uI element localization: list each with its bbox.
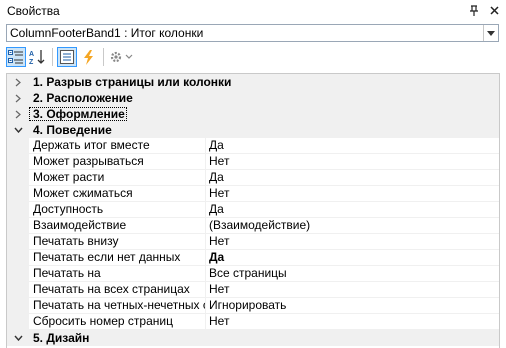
chevron-down-icon[interactable]	[483, 25, 498, 41]
property-grid: 1. Разрыв страницы или колонки 2. Распол…	[6, 73, 500, 348]
toolbar-separator	[52, 48, 53, 66]
property-name: Может разрываться	[29, 154, 206, 170]
property-row[interactable]: Печатать внизу Нет	[7, 234, 499, 250]
settings-icon[interactable]	[108, 47, 134, 67]
property-row[interactable]: Печатать если нет данных Да	[7, 250, 499, 266]
category-design[interactable]: 5. Дизайн	[7, 330, 499, 346]
category-behavior[interactable]: 4. Поведение	[7, 122, 499, 138]
toolbar-separator	[103, 48, 104, 66]
properties-icon[interactable]	[57, 47, 77, 67]
category-label: 2. Расположение	[33, 91, 133, 105]
component-selector[interactable]: ColumnFooterBand1 : Итог колонки	[6, 24, 499, 42]
panel-title-bar: Свойства	[0, 0, 506, 21]
chevron-right-icon[interactable]	[7, 94, 29, 103]
svg-text:Z: Z	[29, 59, 34, 65]
chevron-right-icon[interactable]	[7, 110, 29, 119]
close-icon[interactable]	[486, 3, 502, 19]
property-value[interactable]: Да	[206, 202, 499, 218]
property-value[interactable]: Да	[206, 170, 499, 186]
property-value[interactable]: Нет	[206, 282, 499, 298]
property-row[interactable]: Печатать на всех страницах Нет	[7, 282, 499, 298]
property-value[interactable]: Игнорировать	[206, 298, 499, 314]
property-value[interactable]: Да	[206, 138, 499, 154]
property-value[interactable]: (Взаимодействие)	[206, 218, 499, 234]
alphabetical-icon[interactable]: A Z	[28, 47, 48, 67]
property-value[interactable]: Нет	[206, 314, 499, 330]
category-appearance[interactable]: 3. Оформление	[7, 106, 499, 122]
property-row[interactable]: Может сжиматься Нет	[7, 186, 499, 202]
property-row[interactable]: Может разрываться Нет	[7, 154, 499, 170]
chevron-right-icon[interactable]	[7, 78, 29, 87]
category-position[interactable]: 2. Расположение	[7, 90, 499, 106]
property-name: Сбросить номер страниц	[29, 314, 206, 330]
property-row[interactable]: Держать итог вместе Да	[7, 138, 499, 154]
property-name: Печатать внизу	[29, 234, 206, 250]
events-icon[interactable]	[79, 47, 99, 67]
category-page-break[interactable]: 1. Разрыв страницы или колонки	[7, 74, 499, 90]
property-name: Держать итог вместе	[29, 138, 206, 154]
property-name: Печатать на	[29, 266, 206, 282]
categorized-icon[interactable]	[6, 47, 26, 67]
property-name: Может сжиматься	[29, 186, 206, 202]
property-row[interactable]: Печатать на Все страницы	[7, 266, 499, 282]
property-name: Доступность	[29, 202, 206, 218]
property-value[interactable]: Нет	[206, 186, 499, 202]
property-value[interactable]: Нет	[206, 234, 499, 250]
property-row[interactable]: Может расти Да	[7, 170, 499, 186]
property-name: Может расти	[29, 170, 206, 186]
property-value[interactable]: Да	[206, 250, 499, 266]
property-name: Печатать если нет данных	[29, 250, 206, 266]
pin-icon[interactable]	[466, 3, 482, 19]
component-selector-value: ColumnFooterBand1 : Итог колонки	[10, 26, 204, 40]
property-grid-toolbar: A Z	[6, 44, 500, 70]
property-row[interactable]: Доступность Да	[7, 202, 499, 218]
svg-text:A: A	[29, 51, 34, 58]
property-name: Печатать на всех страницах	[29, 282, 206, 298]
chevron-down-icon[interactable]	[7, 127, 29, 133]
chevron-down-icon[interactable]	[7, 335, 29, 341]
property-row[interactable]: Сбросить номер страниц Нет	[7, 314, 499, 330]
panel-title: Свойства	[7, 3, 60, 18]
property-name: Взаимодействие	[29, 218, 206, 234]
category-label: 1. Разрыв страницы или колонки	[33, 75, 232, 89]
property-row[interactable]: Взаимодействие (Взаимодействие)	[7, 218, 499, 234]
category-label: 5. Дизайн	[33, 331, 90, 345]
property-value[interactable]: Все страницы	[206, 266, 499, 282]
property-value[interactable]: Нет	[206, 154, 499, 170]
category-label: 4. Поведение	[33, 123, 112, 137]
property-name: Печатать на четных-нечетных с	[29, 298, 206, 314]
category-label: 3. Оформление	[29, 107, 127, 121]
property-row[interactable]: Печатать на четных-нечетных с Игнорирова…	[7, 298, 499, 314]
